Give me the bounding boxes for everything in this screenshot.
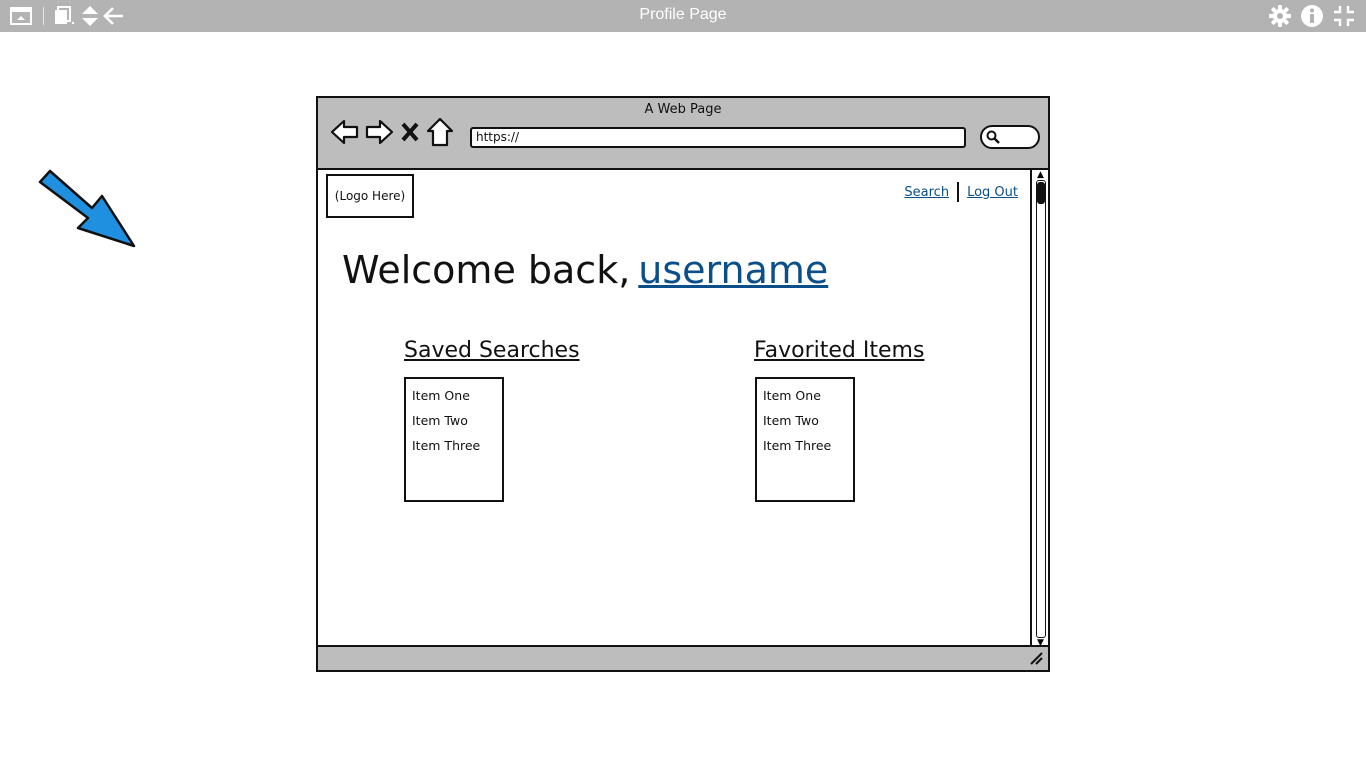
browser-nav-buttons <box>330 117 454 151</box>
magnifier-icon <box>986 130 1000 144</box>
collapse-icon[interactable] <box>1332 4 1356 28</box>
header-links: Search Log Out <box>904 182 1018 202</box>
list-item[interactable]: Item Two <box>412 408 496 433</box>
logout-link[interactable]: Log Out <box>967 185 1018 200</box>
app-toolbar: Profile Page <box>0 0 1366 32</box>
scroll-track[interactable] <box>1036 180 1046 638</box>
list-item[interactable]: Item Two <box>763 408 847 433</box>
list-item[interactable]: Item One <box>412 383 496 408</box>
browser-search-field[interactable] <box>980 125 1040 149</box>
welcome-heading: Welcome back, username <box>342 248 828 292</box>
address-bar[interactable]: https:// <box>470 127 966 148</box>
back-icon[interactable] <box>330 118 360 150</box>
favorited-items-list: Item One Item Two Item Three <box>755 377 855 502</box>
search-link[interactable]: Search <box>904 185 949 200</box>
saved-searches-list: Item One Item Two Item Three <box>404 377 504 502</box>
browser-page-title: A Web Page <box>644 102 722 117</box>
resize-grip-icon[interactable] <box>1028 650 1044 666</box>
browser-chrome: A Web Page https:// <box>318 98 1048 170</box>
link-divider <box>957 182 960 202</box>
forward-icon[interactable] <box>364 118 394 150</box>
blue-arrow-icon <box>38 169 136 248</box>
welcome-prefix: Welcome back, <box>342 248 631 292</box>
info-icon[interactable] <box>1300 4 1324 28</box>
scroll-up-icon[interactable]: ▲ <box>1037 170 1044 180</box>
home-icon[interactable] <box>426 117 454 151</box>
saved-searches-heading: Saved Searches <box>404 338 580 363</box>
logo-placeholder: (Logo Here) <box>326 174 414 218</box>
browser-window: A Web Page https:// (Logo Here) Search L… <box>316 96 1050 672</box>
stop-icon[interactable] <box>398 118 422 150</box>
gear-icon[interactable] <box>1268 4 1292 28</box>
favorited-items-heading: Favorited Items <box>754 338 925 363</box>
list-item[interactable]: Item Three <box>763 433 847 458</box>
vertical-scrollbar[interactable]: ▲ ▼ <box>1030 170 1048 648</box>
browser-status-bar <box>318 645 1048 670</box>
username-link[interactable]: username <box>638 248 828 292</box>
list-item[interactable]: Item Three <box>412 433 496 458</box>
page-title: Profile Page <box>639 6 727 23</box>
list-item[interactable]: Item One <box>763 383 847 408</box>
scroll-thumb[interactable] <box>1037 182 1045 204</box>
